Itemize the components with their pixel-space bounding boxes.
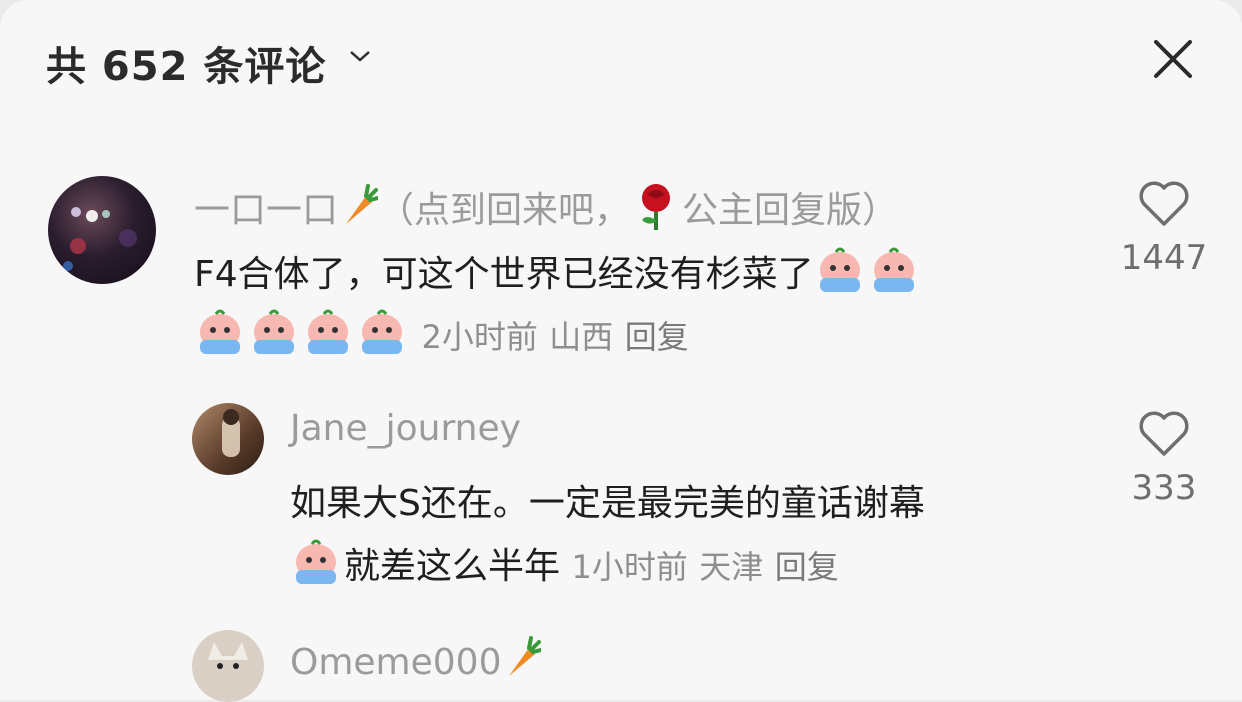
close-icon[interactable]: [1150, 36, 1196, 82]
comment-text: 如果大S还在。一定是最完美的童话谢幕: [290, 483, 925, 524]
heart-icon: [1139, 181, 1189, 226]
crying-emoji-icon: [296, 539, 336, 584]
avatar[interactable]: [192, 403, 264, 475]
comment-time: 2小时前: [421, 318, 538, 356]
comment-count-title[interactable]: 共 652 条评论: [46, 34, 326, 92]
comment-location: 山西: [549, 318, 614, 356]
crying-emoji-icon: [362, 309, 402, 354]
crying-emoji-icon: [308, 309, 348, 354]
crying-emoji-icon: [873, 247, 914, 292]
username-suffix-open: （点到回来吧，: [378, 190, 631, 231]
like-count: 333: [1131, 468, 1197, 508]
comment-text: F4合体了，可这个世界已经没有杉菜了: [194, 254, 814, 295]
crying-emoji-icon: [200, 309, 240, 354]
heart-icon: [1139, 411, 1189, 456]
comment-text-line-2: 就差这么半年 1小时前 天津 回复: [290, 536, 839, 589]
like-button[interactable]: 333: [1114, 410, 1214, 508]
crying-emoji-icon: [254, 309, 294, 354]
comment-location: 天津: [699, 548, 764, 586]
avatar[interactable]: [192, 630, 264, 702]
rose-icon: [642, 184, 671, 230]
like-count: 1447: [1120, 238, 1208, 278]
comment-time: 1小时前: [571, 548, 688, 586]
comment-username[interactable]: Jane_journey: [290, 408, 521, 449]
reply-button[interactable]: 回复: [625, 318, 689, 356]
comment-sheet: 共 652 条评论 一口一口 （点到回来吧， 公主回复版） F4合体了，可这个世界已…: [0, 0, 1242, 702]
like-button[interactable]: 1447: [1114, 180, 1214, 278]
username-suffix-close: 公主回复版）: [682, 190, 899, 231]
reply-button[interactable]: 回复: [775, 548, 839, 586]
carrot-icon: [509, 636, 542, 676]
comment-text-line-2: 2小时前 山西 回复: [194, 306, 689, 358]
crying-emoji-icon: [819, 247, 860, 292]
avatar[interactable]: [48, 176, 156, 284]
comment-username[interactable]: Omeme000: [290, 634, 542, 683]
carrot-icon: [346, 184, 379, 224]
username-text: Omeme000: [290, 642, 502, 683]
chevron-down-icon[interactable]: [348, 48, 372, 64]
comment-text-tail: 就差这么半年: [344, 546, 561, 587]
username-text: 一口一口: [194, 190, 339, 231]
comment-username[interactable]: 一口一口 （点到回来吧， 公主回复版）: [194, 180, 898, 233]
comment-text-line-1: F4合体了，可这个世界已经没有杉菜了: [194, 244, 922, 297]
